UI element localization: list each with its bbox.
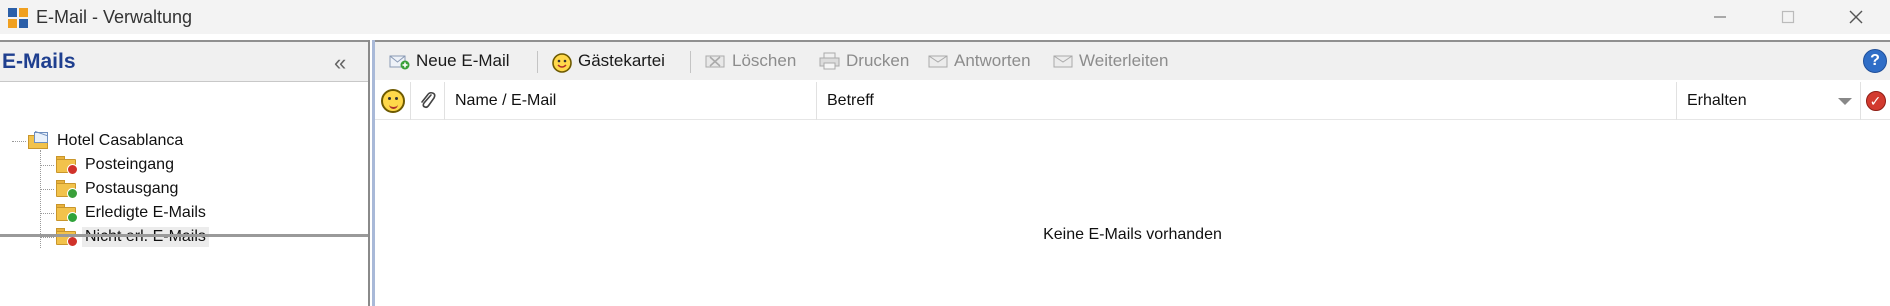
guest-file-button[interactable]: Gästekartei <box>551 48 665 74</box>
empty-list-message: Keine E-Mails vorhanden <box>1043 226 1222 243</box>
delete-button[interactable]: Löschen <box>705 48 796 74</box>
minimize-icon <box>1714 16 1726 18</box>
delete-label: Löschen <box>732 51 797 70</box>
smiley-icon <box>551 52 573 73</box>
tree-root-label: Hotel Casablanca <box>57 132 184 149</box>
minimize-button[interactable] <box>1686 0 1754 34</box>
maximize-icon <box>1781 10 1795 24</box>
toolbar: Neue E-Mail Gästekartei Löschen Drucken <box>375 40 1890 80</box>
tree-item-erledigte-emails[interactable]: Erledigte E-Mails <box>56 202 209 224</box>
column-name-email-label: Name / E-Mail <box>455 92 557 109</box>
app-icon <box>8 8 30 30</box>
tree-item-label: Posteingang <box>85 156 174 173</box>
reply-button[interactable]: Antworten <box>927 48 1031 74</box>
column-received-label: Erhalten <box>1687 92 1747 109</box>
reply-label: Antworten <box>954 51 1031 70</box>
tree-item-label: Postausgang <box>85 180 179 197</box>
sort-descending-icon <box>1838 98 1852 105</box>
reply-icon <box>927 52 949 70</box>
forward-icon <box>1052 52 1074 70</box>
outbox-folder-icon <box>56 180 78 199</box>
help-icon: ? <box>1870 52 1880 69</box>
tree-item-nicht-erl-emails[interactable]: Nicht erl. E-Mails <box>56 226 209 248</box>
column-subject[interactable]: Betreff <box>817 82 1677 120</box>
tree-item-label: Nicht erl. E-Mails <box>82 227 209 247</box>
smiley-icon <box>380 89 405 113</box>
print-label: Drucken <box>846 51 910 70</box>
new-email-label: Neue E-Mail <box>416 51 510 70</box>
inbox-folder-icon <box>56 156 78 175</box>
forward-button[interactable]: Weiterleiten <box>1052 48 1168 74</box>
close-button[interactable] <box>1822 0 1890 34</box>
guest-file-label: Gästekartei <box>578 51 665 70</box>
print-icon <box>819 52 841 70</box>
maximize-button[interactable] <box>1754 0 1822 34</box>
column-attachment[interactable] <box>411 82 445 120</box>
column-subject-label: Betreff <box>827 92 874 109</box>
column-guest[interactable] <box>375 82 411 120</box>
pane-divider[interactable] <box>0 234 368 237</box>
close-icon <box>1849 10 1863 24</box>
folder-pane-header: E-Mails « <box>0 40 368 82</box>
title-bar: E-Mail - Verwaltung <box>0 0 1890 34</box>
email-grid-header: Name / E-Mail Betreff Erhalten ✓ <box>375 82 1890 120</box>
checkmark-icon: ✓ <box>1865 91 1886 111</box>
new-email-icon <box>389 52 411 70</box>
email-list-pane: Neue E-Mail Gästekartei Löschen Drucken <box>372 40 1890 306</box>
delete-icon <box>705 52 727 70</box>
paperclip-icon <box>420 91 436 109</box>
done-folder-icon <box>56 204 78 223</box>
forward-label: Weiterleiten <box>1079 51 1169 70</box>
tree-root-hotel[interactable]: Hotel Casablanca <box>28 130 186 152</box>
folder-pane-title: E-Mails <box>2 50 76 73</box>
column-done[interactable]: ✓ <box>1861 82 1890 120</box>
new-email-button[interactable]: Neue E-Mail <box>389 48 510 74</box>
mailbox-folder-icon <box>28 130 50 150</box>
collapse-pane-button[interactable]: « <box>334 50 346 76</box>
column-received[interactable]: Erhalten <box>1677 82 1861 120</box>
column-name-email[interactable]: Name / E-Mail <box>445 82 817 120</box>
tree-item-postausgang[interactable]: Postausgang <box>56 178 181 200</box>
folder-tree: Hotel Casablanca Posteingang Postausgang… <box>0 82 368 272</box>
undone-folder-icon <box>56 228 78 247</box>
tree-item-label: Erledigte E-Mails <box>85 204 206 221</box>
help-button[interactable]: ? <box>1863 49 1887 73</box>
tree-item-posteingang[interactable]: Posteingang <box>56 154 177 176</box>
folder-pane: E-Mails « Hotel Casablanca Posteingang P… <box>0 40 370 306</box>
window-title: E-Mail - Verwaltung <box>36 7 193 27</box>
print-button[interactable]: Drucken <box>819 48 909 74</box>
